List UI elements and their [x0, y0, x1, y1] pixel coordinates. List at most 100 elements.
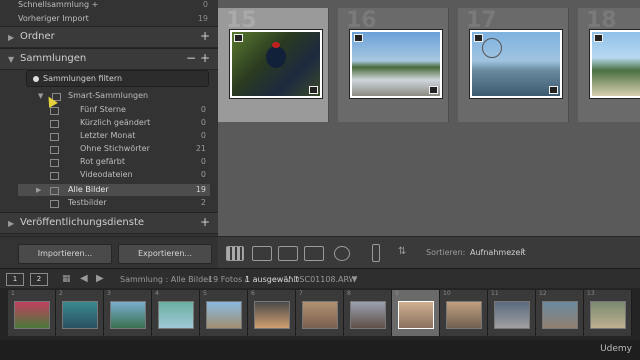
item-label: Fünf Sterne [80, 105, 126, 114]
expand-triangle-icon[interactable]: ▶ [8, 33, 14, 42]
frame-thumbnail[interactable] [254, 301, 290, 329]
publish-services-section-header[interactable]: ▶ Veröffentlichungsdienste + [0, 212, 218, 234]
frame-thumbnail[interactable] [590, 301, 626, 329]
filmstrip-frame[interactable]: 3 [104, 290, 152, 336]
section-title: Sammlungen [20, 53, 87, 64]
spray-can-icon[interactable] [372, 244, 380, 262]
people-view-icon[interactable] [334, 246, 350, 261]
smart-collection-icon [50, 172, 59, 180]
add-collection-icon[interactable]: + [200, 51, 210, 65]
smart-collection-item[interactable]: Rot gefärbt 0 [18, 156, 210, 168]
sort-select[interactable]: Aufnahmezeit [470, 248, 526, 257]
smart-collection-item[interactable]: Ohne Stichwörter 21 [18, 143, 210, 155]
filmstrip-frame[interactable]: 10 [440, 290, 488, 336]
lightroom-window: Schnellsammlung + 0 Vorheriger Import 19… [0, 0, 640, 360]
item-label: Ohne Stichwörter [80, 144, 150, 153]
chevron-updown-icon[interactable]: ⇕ [520, 247, 526, 255]
filmstrip-frame[interactable]: 2 [56, 290, 104, 336]
frame-thumbnail[interactable] [350, 301, 386, 329]
grid-cell[interactable]: 17 [458, 8, 569, 122]
smart-collection-item[interactable]: Videodateien 0 [18, 169, 210, 181]
collapse-triangle-icon[interactable]: ▼ [38, 90, 43, 102]
item-count: 0 [200, 170, 206, 179]
frame-thumbnail[interactable] [494, 301, 530, 329]
add-publish-service-icon[interactable]: + [200, 215, 210, 229]
remove-collection-icon[interactable]: − [186, 51, 196, 65]
collection-item-all-images[interactable]: ▶ Alle Bilder 19 [18, 184, 210, 196]
item-label: Letzter Monat [80, 131, 136, 140]
frame-thumbnail[interactable] [206, 301, 242, 329]
udemy-logo: Udemy [600, 344, 632, 354]
folders-section-header[interactable]: ▶ Ordner + [0, 26, 218, 48]
expand-triangle-icon[interactable]: ▶ [8, 219, 14, 228]
back-arrow-icon[interactable]: ◀ [80, 273, 88, 284]
filmstrip-frame[interactable]: 8 [344, 290, 392, 336]
frame-thumbnail[interactable] [446, 301, 482, 329]
frame-thumbnail[interactable] [302, 301, 338, 329]
survey-view-icon[interactable] [304, 246, 324, 261]
item-label: Testbilder [68, 198, 107, 207]
collapse-triangle-icon[interactable]: ▼ [8, 55, 14, 64]
library-grid: 15 16 17 18 [218, 0, 640, 236]
item-label: Kürzlich geändert [80, 118, 151, 127]
filmstrip-frame[interactable]: 6 [248, 290, 296, 336]
grid-cell[interactable]: 18 [578, 8, 640, 122]
loupe-view-icon[interactable] [252, 246, 272, 261]
filmstrip-frame[interactable]: 4 [152, 290, 200, 336]
smart-collection-item[interactable]: Fünf Sterne 0 [18, 104, 210, 116]
export-button[interactable]: Exportieren... [118, 244, 212, 264]
filmstrip-frame[interactable]: 9 [392, 290, 440, 336]
smart-collection-icon [50, 146, 59, 154]
frame-thumbnail[interactable] [542, 301, 578, 329]
photo-thumbnail[interactable] [350, 30, 442, 98]
frame-thumbnail[interactable] [398, 301, 434, 329]
filmstrip-frame[interactable]: 5 [200, 290, 248, 336]
frame-thumbnail[interactable] [110, 301, 146, 329]
filmstrip-frame[interactable]: 1 [8, 290, 56, 336]
breadcrumb[interactable]: Sammlung : Alle Bilder [120, 275, 211, 284]
smart-collection-icon [50, 159, 59, 167]
list-item[interactable]: Schnellsammlung + 0 [18, 0, 210, 10]
collection-filter-input[interactable]: Sammlungen filtern [26, 70, 209, 87]
compare-view-icon[interactable] [278, 246, 298, 261]
chevron-down-icon[interactable]: ▼ [352, 275, 357, 283]
row-count: 0 [202, 0, 208, 9]
edit-badge-icon [429, 86, 438, 94]
photo-thumbnail[interactable] [590, 30, 640, 98]
grid-toolbar: ⇅ Sortieren: Aufnahmezeit ⇕ [218, 236, 640, 269]
window-1-button[interactable]: 1 [6, 273, 24, 286]
photo-thumbnail[interactable] [470, 30, 562, 98]
filmstrip-frame[interactable]: 7 [296, 290, 344, 336]
frame-thumbnail[interactable] [14, 301, 50, 329]
grid-cell[interactable]: 15 [218, 8, 329, 122]
filmstrip-frame[interactable]: 12 [536, 290, 584, 336]
photo-thumbnail[interactable] [230, 30, 322, 98]
smart-collection-item[interactable]: Letzter Monat 0 [18, 130, 210, 142]
bird-shape [266, 46, 286, 68]
collections-section-header[interactable]: ▼ Sammlungen − + [0, 48, 218, 70]
edit-badge-icon [309, 86, 318, 94]
photo-count: 19 Fotos / [208, 275, 248, 284]
grid-view-icon[interactable] [226, 246, 244, 261]
grid-cell[interactable]: 16 [338, 8, 449, 122]
grid-icon[interactable]: ▦ [62, 274, 71, 284]
frame-number: 10 [443, 290, 451, 297]
window-2-button[interactable]: 2 [30, 273, 48, 286]
import-button[interactable]: Importieren... [18, 244, 112, 264]
filmstrip-frame[interactable]: 11 [488, 290, 536, 336]
sort-direction-icon[interactable]: ⇅ [398, 246, 406, 257]
list-item[interactable]: Vorheriger Import 19 [18, 14, 210, 24]
item-label: Alle Bilder [68, 185, 109, 194]
smart-collection-item[interactable]: Kürzlich geändert 0 [18, 117, 210, 129]
frame-thumbnail[interactable] [62, 301, 98, 329]
expand-triangle-icon[interactable]: ▶ [36, 184, 41, 196]
collection-item-test-images[interactable]: Testbilder 2 [18, 197, 210, 209]
add-folder-icon[interactable]: + [200, 29, 210, 43]
filmstrip-frame[interactable]: 13 [584, 290, 632, 336]
forward-arrow-icon[interactable]: ▶ [96, 273, 104, 284]
frame-number: 2 [59, 290, 63, 297]
collection-icon [50, 200, 59, 208]
frame-thumbnail[interactable] [158, 301, 194, 329]
collection-badge-icon [354, 34, 363, 42]
smart-collection-icon [50, 133, 59, 141]
